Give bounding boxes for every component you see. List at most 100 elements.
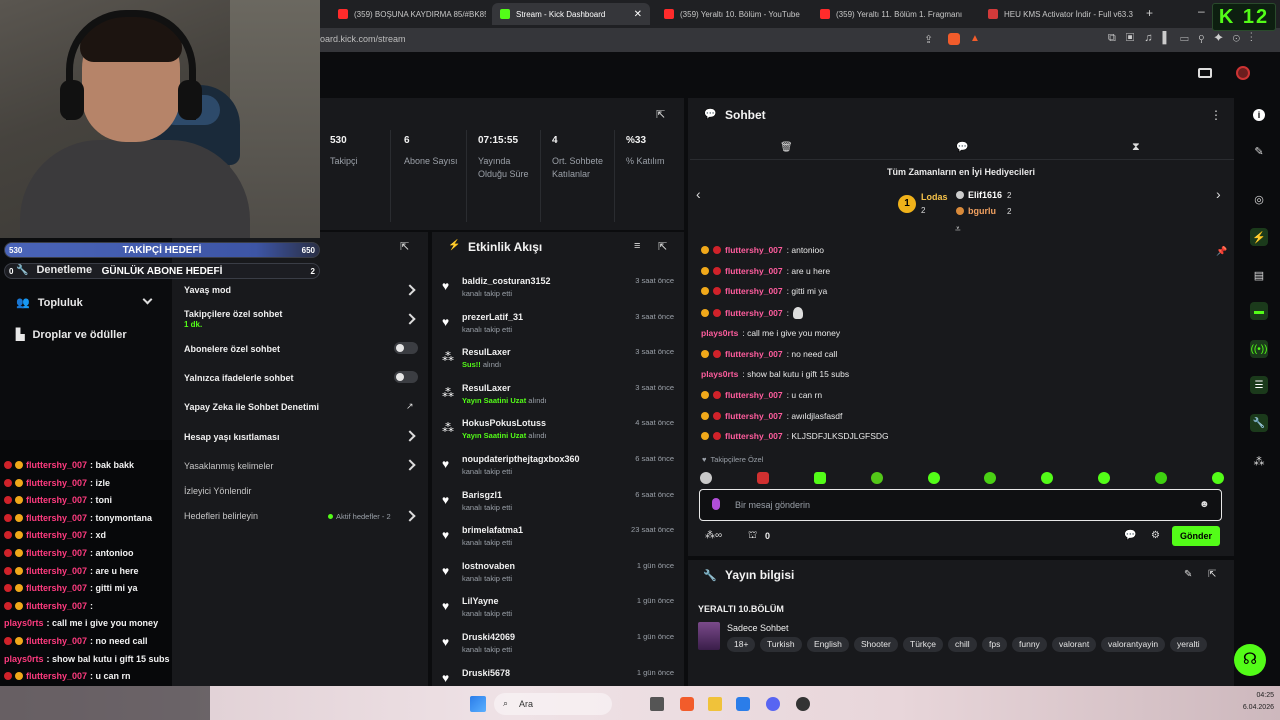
emote-icon[interactable]: [1211, 472, 1224, 484]
windows-start-icon[interactable]: [470, 696, 486, 712]
file-explorer-icon[interactable]: [708, 697, 722, 711]
emote-icon[interactable]: [756, 472, 769, 484]
popout-icon[interactable]: ⇱: [656, 108, 665, 121]
browser-tab-active[interactable]: Stream - Kick Dashboard ✕: [492, 3, 650, 25]
activity-item[interactable]: ♥ Druski42069 kanalı takip etti 1 gün önce: [440, 632, 680, 666]
activity-item[interactable]: ♥ noupdateripthejtagxbox360 kanalı takip e…: [440, 454, 680, 488]
activity-item[interactable]: ♥ LilYayne kanalı takip etti 1 gün önce: [440, 596, 680, 630]
emotes-only-toggle[interactable]: [394, 371, 418, 383]
browser-tab[interactable]: (359) BOŞUNA KAYDIRMA 85/#BK85: [330, 3, 486, 25]
activity-item[interactable]: ⁂ HokusPokusLotuss Yayın Saatini Uzat alın…: [440, 418, 680, 452]
activity-username[interactable]: Druski5678: [462, 668, 510, 678]
users-icon[interactable]: ⁂: [1250, 452, 1268, 470]
activity-item[interactable]: ⁂ ResulLaxer Yayın Saatini Uzat alındı 3 sa…: [440, 383, 680, 417]
mod-ai-moderation[interactable]: Yapay Zeka ile Sohbet Denetimi: [184, 402, 319, 412]
browser-tab[interactable]: (359) Yeraltı 10. Bölüm - YouTube: [656, 3, 806, 25]
chat-username[interactable]: plays0rts: [701, 369, 738, 379]
activity-item[interactable]: ♥ baldiz_costuran3152 kanalı takip etti 3 s…: [440, 276, 680, 310]
activity-username[interactable]: Barisgzl1: [462, 490, 502, 500]
gift-icon[interactable]: ⛫: [748, 530, 757, 543]
activity-username[interactable]: lostnovaben: [462, 561, 515, 571]
mod-goals[interactable]: Hedefleri belirleyin: [184, 511, 258, 521]
gifter-name[interactable]: Lodas: [921, 192, 948, 202]
more-icon[interactable]: ⋮: [1210, 108, 1222, 122]
chat-username[interactable]: fluttershy_007: [725, 349, 783, 359]
chat-username[interactable]: fluttershy_007: [725, 431, 783, 441]
activity-username[interactable]: ResulLaxer: [462, 347, 511, 357]
tag-chip[interactable]: Shooter: [854, 637, 898, 652]
activity-username[interactable]: baldiz_costuran3152: [462, 276, 551, 286]
chat-settings-bubble-icon[interactable]: 💬: [1124, 530, 1136, 541]
close-tab-icon[interactable]: ✕: [634, 9, 642, 20]
tag-chip[interactable]: 18+: [727, 637, 756, 652]
support-icon[interactable]: ☊: [1234, 644, 1266, 676]
tag-chip[interactable]: yeralti: [1170, 637, 1207, 652]
tag-chip[interactable]: Turkish: [760, 637, 802, 652]
edit-icon[interactable]: ✎: [1184, 569, 1192, 580]
tag-chip[interactable]: English: [807, 637, 849, 652]
popout-icon[interactable]: ⇱: [400, 240, 409, 253]
popout-icon[interactable]: ⇱: [1208, 569, 1216, 580]
pin-icon[interactable]: 📌: [1216, 246, 1227, 257]
tag-chip[interactable]: valorant: [1052, 637, 1097, 652]
filter-icon[interactable]: ≡: [634, 240, 640, 252]
share-icon[interactable]: ⇪: [924, 33, 933, 46]
tag-chip[interactable]: Türkçe: [903, 637, 943, 652]
outlook-icon[interactable]: [736, 697, 750, 711]
category-name[interactable]: Sadece Sohbet: [727, 623, 789, 633]
mod-raid[interactable]: İzleyici Yönlendir: [184, 486, 251, 496]
emote-icon[interactable]: [870, 472, 883, 484]
collapse-icon[interactable]: ⩡: [955, 224, 961, 235]
activity-username[interactable]: HokusPokusLotuss: [462, 418, 546, 428]
emote-icon[interactable]: [984, 472, 997, 484]
chat-username[interactable]: fluttershy_007: [725, 286, 783, 296]
activity-item[interactable]: ♥ lostnovaben kanalı takip etti 1 gün önce: [440, 561, 680, 595]
activity-username[interactable]: LilYayne: [462, 596, 499, 606]
trash-icon[interactable]: 🗑: [780, 142, 793, 153]
emote-bar[interactable]: [700, 470, 1224, 486]
info-icon[interactable]: i: [1250, 106, 1268, 124]
gifter-name[interactable]: Elif1616: [968, 190, 1002, 200]
mod-slow-mode[interactable]: Yavaş mod: [184, 285, 231, 295]
chevron-right-icon[interactable]: ›: [1216, 186, 1221, 202]
tag-chip[interactable]: chill: [948, 637, 977, 652]
activity-username[interactable]: brimelafatma1: [462, 525, 523, 535]
microphone-icon[interactable]: [712, 498, 720, 510]
send-button[interactable]: Gönder: [1172, 526, 1220, 546]
activity-item[interactable]: ♥ Barisgzl1 kanalı takip etti 6 saat önce: [440, 490, 680, 524]
brave-shield-icon[interactable]: [948, 33, 960, 45]
emote-icon[interactable]: [1098, 472, 1111, 484]
category-thumbnail[interactable]: [698, 622, 720, 650]
activity-item[interactable]: ⁂ ResulLaxer Sus!! alındı 3 saat önce: [440, 347, 680, 381]
popout-icon[interactable]: ⇱: [658, 240, 667, 253]
mod-followers-only[interactable]: Takipçilere özel sohbet: [184, 309, 282, 319]
chevron-left-icon[interactable]: ‹: [696, 186, 701, 202]
wrench-icon[interactable]: 🔧: [1250, 414, 1268, 432]
mod-banned-words[interactable]: Yasaklanmış kelimeler: [184, 461, 273, 471]
chat-username[interactable]: fluttershy_007: [725, 245, 783, 255]
chat-username[interactable]: fluttershy_007: [725, 411, 783, 421]
browser-tab[interactable]: (359) Yeraltı 11. Bölüm 1. Fragmanı: [812, 3, 970, 25]
obs-icon[interactable]: [796, 697, 810, 711]
sidebar-item-drops[interactable]: ▙ Droplar ve ödüller: [16, 328, 127, 342]
document-icon[interactable]: ▤: [1250, 266, 1268, 284]
browser-tab[interactable]: HEU KMS Activator İndir - Full v63.3: [980, 3, 1138, 25]
emote-icon[interactable]: [700, 472, 712, 484]
chat-bubble-icon[interactable]: ▬: [1250, 302, 1268, 320]
theater-icon[interactable]: [1198, 68, 1212, 78]
activity-username[interactable]: Druski42069: [462, 632, 515, 642]
activity-item[interactable]: ♥ brimelafatma1 kanalı takip etti 23 saat ö…: [440, 525, 680, 559]
chat-username[interactable]: fluttershy_007: [725, 390, 783, 400]
discord-icon[interactable]: [766, 697, 780, 711]
activity-username[interactable]: ResulLaxer: [462, 383, 511, 393]
chat-bubble-icon[interactable]: 💬: [956, 142, 968, 153]
subscribers-only-toggle[interactable]: [394, 342, 418, 354]
tag-chip[interactable]: funny: [1012, 637, 1047, 652]
url-text[interactable]: oard.kick.com/stream: [320, 34, 406, 44]
sidebar-item-community[interactable]: 👥 Topluluk: [16, 296, 83, 310]
extensions-icons[interactable]: ⧉▣♫▌▭⚲✦⊙⋮: [1108, 32, 1263, 45]
minimize-icon[interactable]: –: [1198, 4, 1205, 18]
camera-icon[interactable]: ◎: [1250, 190, 1268, 208]
list-icon[interactable]: ☰: [1250, 376, 1268, 394]
rewards-icon[interactable]: ▲: [970, 33, 980, 44]
